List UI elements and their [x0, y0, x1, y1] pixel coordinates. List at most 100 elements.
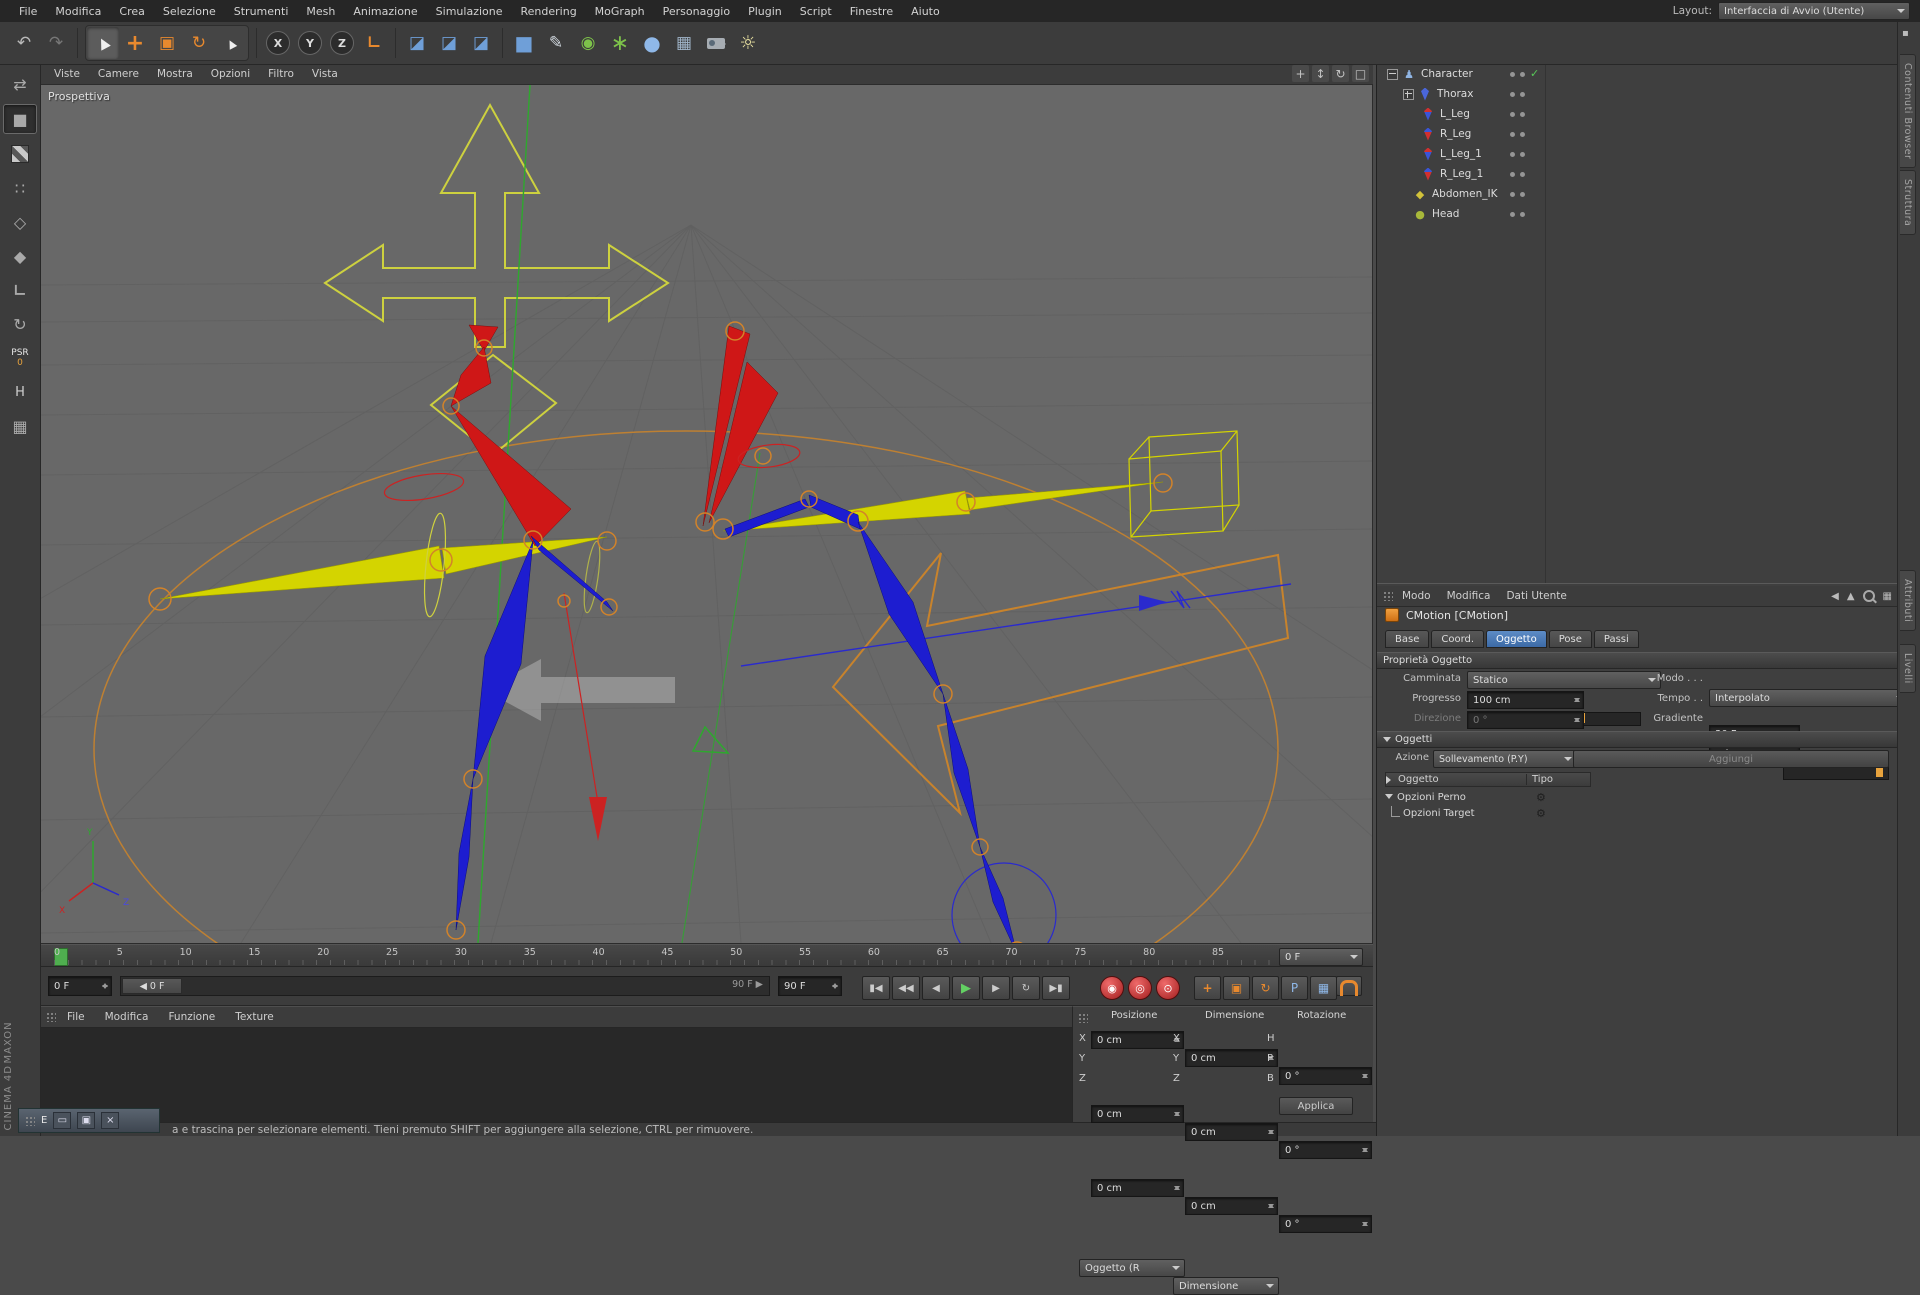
zoom-view-icon[interactable]: ↕ [1312, 65, 1329, 82]
model-mode-icon[interactable]: ■ [3, 104, 37, 134]
tree-row-r-leg[interactable]: R_Leg [1377, 124, 1898, 144]
key-rotation-toggle[interactable]: ↻ [1252, 976, 1279, 1000]
snap-magnet-toggle[interactable] [1336, 976, 1362, 996]
timeline-frame-box[interactable]: 0 F [1279, 948, 1363, 966]
section-proprieta-oggetto[interactable]: Proprietà Oggetto [1377, 652, 1898, 669]
search-icon[interactable] [1863, 590, 1875, 602]
menu-personaggio[interactable]: Personaggio [654, 5, 739, 18]
move-tool-icon[interactable]: + [119, 27, 151, 59]
last-tool-icon[interactable]: ▲ [215, 27, 247, 59]
lock-z-axis-icon[interactable]: Z [326, 27, 358, 59]
live-selection-icon[interactable]: ▲ [87, 27, 119, 59]
vp-menu-vista[interactable]: Vista [304, 68, 346, 80]
key-parameter-toggle[interactable]: P [1281, 976, 1308, 1000]
tree-row-thorax[interactable]: Thorax [1377, 84, 1898, 104]
psr-indicator[interactable]: PSR 0 [4, 344, 36, 372]
timeline-ruler[interactable]: 05 1015 2025 3035 4045 5055 6065 7075 80… [40, 944, 1373, 967]
object-label[interactable]: R_Leg_1 [1440, 168, 1483, 180]
subdivision-surface-icon[interactable]: ◉ [572, 27, 604, 59]
render-view-icon[interactable]: ◪ [401, 27, 433, 59]
snap-settings-icon[interactable]: ▦ [4, 412, 36, 440]
visibility-dot[interactable] [1510, 152, 1515, 157]
position-x-field[interactable]: 0 cm [1091, 1031, 1184, 1049]
primitive-cube-icon[interactable]: ■ [508, 27, 540, 59]
make-editable-icon[interactable]: ⇄ [4, 70, 36, 98]
progresso-field[interactable]: 100 cm [1467, 691, 1584, 709]
render-dot[interactable] [1520, 132, 1525, 137]
tree-row-r-leg-1[interactable]: R_Leg_1 [1377, 164, 1898, 184]
lock-x-axis-icon[interactable]: X [262, 27, 294, 59]
rotate-view-icon[interactable]: ↻ [1332, 65, 1349, 82]
key-scale-toggle[interactable]: ▣ [1223, 976, 1250, 1000]
pin-icon[interactable]: ▪ [1902, 28, 1909, 39]
object-label[interactable]: Thorax [1437, 88, 1473, 100]
gradiente-slider[interactable] [1783, 766, 1889, 780]
light-icon[interactable]: ☼ [732, 27, 764, 59]
panel-handle-icon[interactable] [1078, 1013, 1088, 1023]
rotation-h-field[interactable]: 0 ° [1279, 1067, 1372, 1085]
point-mode-icon[interactable]: ∷ [4, 174, 36, 202]
floor-plane-icon[interactable]: ▦ [668, 27, 700, 59]
frame-scrubber[interactable]: ◀ 0 F 90 F ▶ [120, 976, 770, 996]
key-pla-toggle[interactable]: ▦ [1310, 976, 1337, 1000]
object-label[interactable]: L_Leg [1440, 108, 1470, 120]
azione-dropdown[interactable]: Sollevamento (P.Y) [1433, 750, 1577, 768]
mat-menu-funzione[interactable]: Funzione [159, 1011, 224, 1023]
panel-handle-icon[interactable] [1383, 591, 1393, 601]
play-button[interactable]: ▶ [952, 976, 980, 1000]
toggle-view-icon[interactable]: □ [1352, 65, 1369, 82]
vp-menu-camere[interactable]: Camere [90, 68, 147, 80]
position-y-field[interactable]: 0 cm [1091, 1105, 1184, 1123]
vp-menu-mostra[interactable]: Mostra [149, 68, 201, 80]
object-label[interactable]: Character [1421, 68, 1473, 80]
redo-icon[interactable]: ↷ [40, 27, 72, 59]
end-frame-field[interactable]: 90 F [778, 976, 842, 996]
aggiungi-button[interactable]: Aggiungi [1573, 750, 1889, 768]
render-dot[interactable] [1520, 152, 1525, 157]
tree-row-character[interactable]: ♟ Character ✓ [1377, 64, 1898, 84]
red-bones[interactable] [451, 325, 778, 546]
panel-menu-icon[interactable]: ▦ [1883, 591, 1892, 602]
menu-script[interactable]: Script [791, 5, 841, 18]
mat-menu-texture[interactable]: Texture [226, 1011, 282, 1023]
tab-oggetto[interactable]: Oggetto [1486, 630, 1547, 648]
direzione-field[interactable]: 0 ° [1467, 711, 1584, 729]
render-dot[interactable] [1520, 192, 1525, 197]
expand-icon[interactable] [1403, 89, 1414, 100]
vp-menu-opzioni[interactable]: Opzioni [203, 68, 258, 80]
next-frame-button[interactable]: ▶ [982, 976, 1010, 1000]
viewport-canvas[interactable]: Y X Z [40, 84, 1373, 944]
polygon-mode-icon[interactable]: ◆ [4, 242, 36, 270]
close-window-icon[interactable]: × [101, 1112, 119, 1129]
lock-y-axis-icon[interactable]: Y [294, 27, 326, 59]
size-y-field[interactable]: 0 cm [1185, 1123, 1278, 1141]
menu-file[interactable]: File [10, 5, 46, 18]
visibility-dot[interactable] [1510, 132, 1515, 137]
coordinate-system-icon[interactable]: ∟ [358, 27, 390, 59]
visibility-dot[interactable] [1510, 212, 1515, 217]
record-keyframe-button[interactable]: ◉ [1100, 976, 1124, 1000]
tab-passi[interactable]: Passi [1594, 630, 1639, 648]
enable-toggle[interactable]: ✓ [1530, 67, 1539, 80]
render-dot[interactable] [1520, 92, 1525, 97]
menu-simulazione[interactable]: Simulazione [427, 5, 512, 18]
rotate-tool-icon[interactable]: ↻ [183, 27, 215, 59]
menu-finestre[interactable]: Finestre [841, 5, 902, 18]
goto-start-button[interactable]: ▮◀ [862, 976, 890, 1000]
am-menu-modifica[interactable]: Modifica [1440, 590, 1498, 602]
edge-mode-icon[interactable]: ◇ [4, 208, 36, 236]
current-frame-field[interactable]: 0 F [48, 976, 112, 996]
menu-mesh[interactable]: Mesh [297, 5, 344, 18]
table-row-opzioni-target[interactable]: Opzioni Target ⚙ [1385, 805, 1591, 821]
hn-weight-icon[interactable]: H [4, 378, 36, 406]
tree-row-l-leg-1[interactable]: L_Leg_1 [1377, 144, 1898, 164]
coord-mode-dropdown[interactable]: Oggetto (R [1079, 1259, 1185, 1277]
key-position-toggle[interactable]: + [1194, 976, 1221, 1000]
collapse-icon[interactable] [1387, 69, 1398, 80]
coord-size-dropdown[interactable]: Dimensione [1173, 1277, 1279, 1295]
scene-3d[interactable]: Y X Z [41, 85, 1372, 943]
keyframe-selection-button[interactable]: ⊙ [1156, 976, 1180, 1000]
vp-menu-viste[interactable]: Viste [46, 68, 88, 80]
render-settings-icon[interactable]: ◪ [465, 27, 497, 59]
render-dot[interactable] [1520, 112, 1525, 117]
